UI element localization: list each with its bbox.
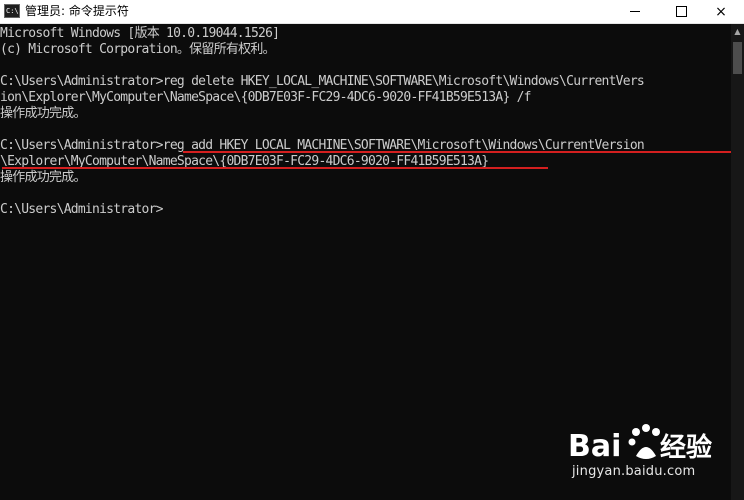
minimize-button[interactable] [612, 0, 658, 23]
close-icon: × [715, 3, 727, 20]
highlight-underline [2, 167, 548, 169]
maximize-icon [675, 6, 687, 17]
highlight-underline [183, 151, 731, 153]
vertical-scrollbar[interactable]: ▲ [731, 24, 744, 500]
console-line: Microsoft Windows [版本 10.0.19044.1526] [0, 26, 280, 41]
window-title: 管理员: 命令提示符 [25, 4, 129, 18]
cmd-app-icon[interactable]: C:\ [4, 4, 20, 18]
console-line: C:\Users\Administrator>reg delete HKEY_L… [0, 74, 645, 89]
scroll-thumb[interactable] [733, 42, 742, 74]
console-line: 操作成功完成。 [0, 106, 87, 121]
minimize-icon [630, 11, 640, 12]
title-bar[interactable]: C:\ 管理员: 命令提示符 × [0, 0, 744, 24]
console-line: (c) Microsoft Corporation。保留所有权利。 [0, 42, 276, 57]
console-prompt[interactable]: C:\Users\Administrator> [0, 202, 164, 218]
console-line: ion\Explorer\MyComputer\NameSpace\{0DB7E… [0, 90, 531, 105]
scroll-up-arrow-icon[interactable]: ▲ [731, 24, 744, 40]
close-button[interactable]: × [698, 0, 744, 23]
console-line: 操作成功完成。 [0, 170, 87, 185]
console-output[interactable]: Microsoft Windows [版本 10.0.19044.1526] (… [0, 24, 731, 500]
